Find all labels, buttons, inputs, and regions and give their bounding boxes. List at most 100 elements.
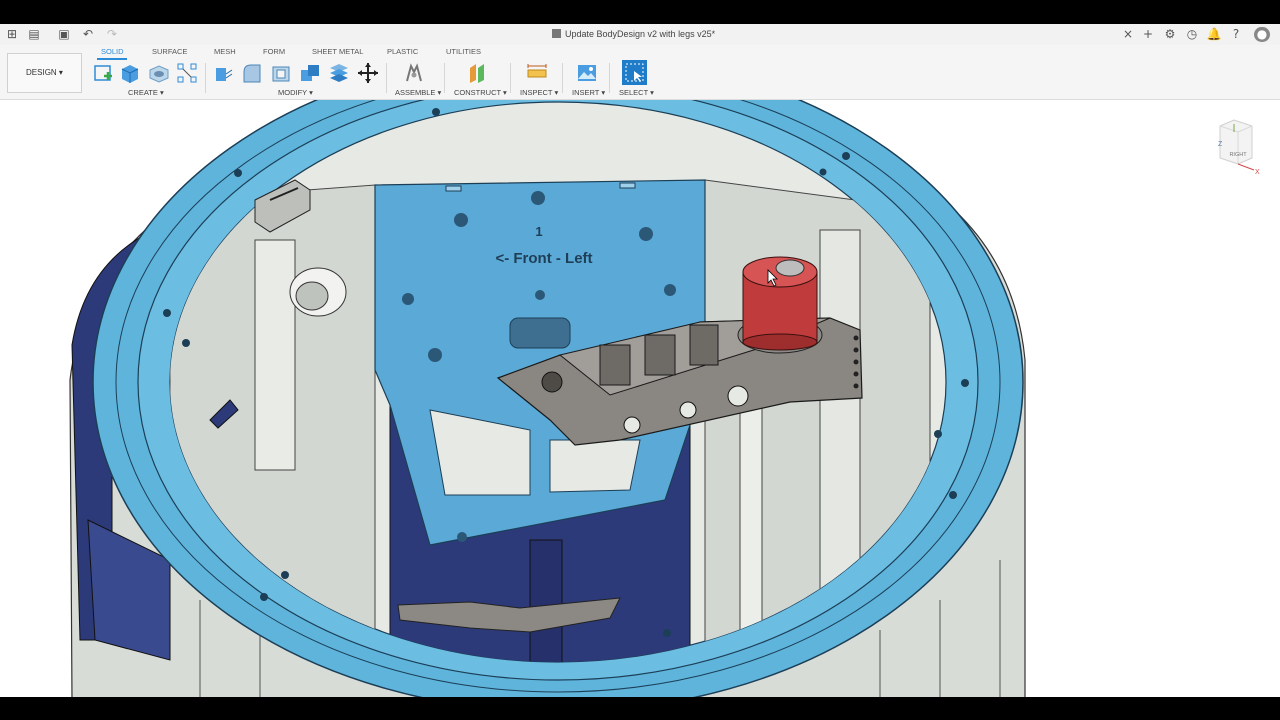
arm-hole	[853, 371, 859, 377]
tab-mesh[interactable]: MESH	[214, 47, 236, 57]
bolt-hole	[663, 629, 671, 637]
document-icon	[552, 29, 561, 38]
arm-hole	[853, 347, 859, 353]
construct-menu[interactable]: CONSTRUCT ▾	[454, 88, 507, 97]
hole-icon[interactable]	[148, 62, 170, 84]
new-tab-icon[interactable]: +	[1140, 27, 1156, 42]
bolt-hole	[234, 169, 242, 177]
letterbox-bottom	[0, 697, 1280, 720]
measure-icon[interactable]	[526, 62, 548, 84]
redo-icon[interactable]: ↷	[104, 27, 120, 42]
tab-sheet-metal[interactable]: SHEET METAL	[312, 47, 363, 57]
arm-hole	[541, 371, 563, 393]
arm-hole	[679, 401, 697, 419]
inspect-menu[interactable]: INSPECT ▾	[520, 88, 558, 97]
tab-solid[interactable]: SOLID	[101, 47, 124, 57]
tab-form[interactable]: FORM	[263, 47, 285, 57]
bolt-hole	[281, 571, 289, 579]
viewcube-face-label: RIGHT	[1229, 152, 1247, 158]
close-tab-icon[interactable]: ×	[1120, 27, 1136, 42]
app-grid-icon[interactable]: ⊞	[4, 27, 20, 42]
ribbon-toolbar: DESIGN ▾ SOLID SURFACE MESH FORM SHEET M…	[0, 45, 1280, 100]
user-avatar[interactable]: ●	[1254, 27, 1270, 42]
bolt-hole	[182, 339, 190, 347]
combine-icon[interactable]	[299, 62, 321, 84]
bolt-hole	[819, 168, 827, 176]
plate-cutout	[549, 439, 641, 493]
arm-rib	[599, 344, 631, 386]
red-cylinder-cap	[775, 259, 805, 277]
plate-hole	[535, 290, 545, 300]
help-icon[interactable]: ?	[1228, 27, 1244, 42]
divider	[386, 63, 387, 93]
plate-hole	[457, 532, 467, 542]
insert-image-icon[interactable]	[576, 62, 598, 84]
save-icon[interactable]: ▣	[56, 27, 72, 42]
assemble-menu[interactable]: ASSEMBLE ▾	[395, 88, 441, 97]
divider	[510, 63, 511, 93]
title-bar: ⊞ ▤ ▣ ↶ ↷ Update BodyDesign v2 with legs…	[0, 24, 1280, 46]
document-title: Update BodyDesign v2 with legs v25*	[552, 27, 715, 42]
active-tab-indicator	[97, 58, 127, 60]
plate-notch	[619, 182, 636, 189]
offset-plane-icon[interactable]	[466, 62, 488, 84]
job-status-icon[interactable]: ◷	[1184, 27, 1200, 42]
tab-surface[interactable]: SURFACE	[152, 47, 187, 57]
plate-hole	[402, 293, 414, 305]
joint-icon[interactable]	[403, 62, 425, 84]
select-menu[interactable]: SELECT ▾	[619, 88, 654, 97]
arm-hole	[727, 385, 749, 407]
arm-hole	[853, 359, 859, 365]
box-icon[interactable]	[119, 62, 141, 84]
select-icon[interactable]	[622, 60, 647, 85]
arm-rib	[689, 324, 719, 366]
plate-direction-text: <- Front - Left	[495, 250, 592, 267]
right-wall-rail	[739, 379, 763, 641]
tab-utilities[interactable]: UTILITIES	[446, 47, 481, 57]
modify-menu[interactable]: MODIFY ▾	[278, 88, 313, 97]
plate-hole	[454, 213, 468, 227]
tab-plastic[interactable]: PLASTIC	[387, 47, 418, 57]
undo-icon[interactable]: ↶	[80, 27, 96, 42]
notifications-icon[interactable]: 🔔	[1206, 27, 1222, 42]
shell-icon[interactable]	[270, 62, 292, 84]
divider	[609, 63, 610, 93]
arm-rib	[644, 334, 676, 376]
bolt-hole	[949, 491, 957, 499]
pattern-icon[interactable]	[176, 62, 198, 84]
arm-hole	[623, 416, 641, 434]
left-wall-post	[254, 239, 296, 471]
file-menu-icon[interactable]: ▤	[26, 27, 42, 42]
red-cylinder-bottom	[742, 333, 818, 351]
bolt-hole	[163, 309, 171, 317]
fillet-icon[interactable]	[241, 62, 263, 84]
divider	[205, 63, 206, 93]
3d-viewport[interactable]: 1 <- Front - Left Z RIGHT X	[0, 100, 1280, 697]
bolt-hole	[260, 593, 268, 601]
viewcube-axis-z: Z	[1218, 141, 1223, 148]
arm-hole	[853, 335, 859, 341]
viewcube[interactable]: Z RIGHT X	[1212, 118, 1262, 176]
insert-menu[interactable]: INSERT ▾	[572, 88, 605, 97]
bolt-hole	[961, 379, 969, 387]
bolt-hole	[934, 430, 942, 438]
split-body-icon[interactable]	[328, 62, 350, 84]
model-canvas[interactable]: 1 <- Front - Left	[0, 100, 1280, 697]
workspace-switcher[interactable]: DESIGN ▾	[7, 53, 82, 93]
plate-hole	[639, 227, 653, 241]
plate-slot	[509, 317, 571, 349]
plate-hole	[664, 284, 676, 296]
letterbox-top	[0, 0, 1280, 24]
extensions-icon[interactable]: ⚙	[1162, 27, 1178, 42]
plate-hole	[531, 191, 545, 205]
plate-number: 1	[535, 224, 542, 239]
press-pull-icon[interactable]	[212, 62, 234, 84]
create-menu[interactable]: CREATE ▾	[128, 88, 164, 97]
move-copy-icon[interactable]	[357, 62, 379, 84]
divider	[444, 63, 445, 93]
viewcube-axis-x: X	[1255, 169, 1260, 176]
arm-hole	[853, 383, 859, 389]
divider	[562, 63, 563, 93]
create-sketch-icon[interactable]	[92, 62, 114, 84]
plate-hole	[428, 348, 442, 362]
